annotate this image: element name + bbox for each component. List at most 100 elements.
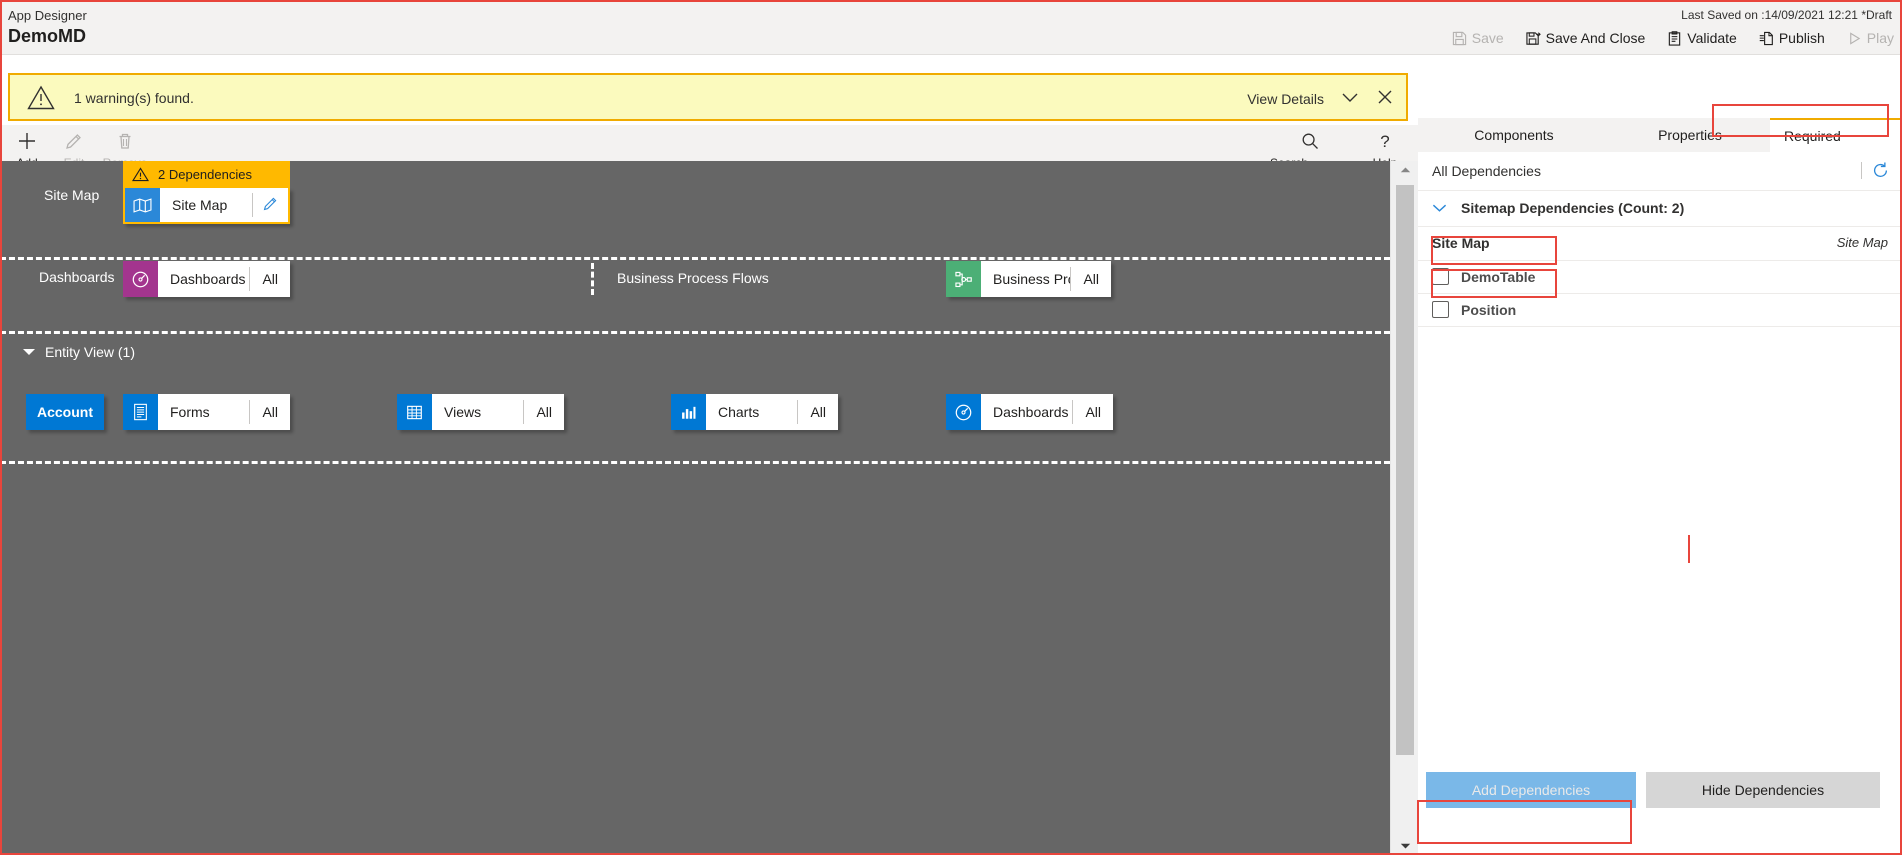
panel-footer: Add Dependencies Hide Dependencies bbox=[1418, 766, 1902, 814]
tab-components-label: Components bbox=[1474, 127, 1554, 143]
entity-account-pill[interactable]: Account bbox=[26, 394, 104, 430]
canvas-divider bbox=[0, 461, 1390, 464]
sitemap-dependency-count-label: 2 Dependencies bbox=[158, 166, 252, 182]
app-canvas[interactable]: Site Map 2 Dependencies Site Map Dashboa… bbox=[0, 161, 1390, 855]
warning-triangle-icon bbox=[123, 166, 158, 182]
pencil-icon bbox=[64, 129, 84, 153]
scroll-down-arrow-icon[interactable] bbox=[1391, 837, 1419, 855]
save-button[interactable]: Save bbox=[1450, 28, 1506, 48]
sitemap-dependencies-group-label: Sitemap Dependencies (Count: 2) bbox=[1461, 200, 1685, 216]
tab-properties-label: Properties bbox=[1658, 127, 1722, 143]
entity-view-header[interactable]: Entity View (1) bbox=[22, 344, 135, 360]
process-flow-icon bbox=[946, 261, 981, 297]
tab-required[interactable]: Required bbox=[1770, 118, 1902, 152]
entity-views-tile[interactable]: Views All bbox=[397, 394, 564, 430]
dependencies-table-header: Site Map Site Map bbox=[1418, 226, 1902, 261]
sitemap-tile-name: Site Map bbox=[172, 197, 228, 213]
validate-clipboard-icon bbox=[1667, 30, 1682, 46]
chevron-down-icon bbox=[1432, 203, 1447, 213]
tab-components[interactable]: Components bbox=[1418, 118, 1610, 152]
add-dependencies-button[interactable]: Add Dependencies bbox=[1426, 772, 1636, 808]
canvas-divider bbox=[0, 331, 1390, 334]
sitemap-row-label: Site Map bbox=[44, 187, 100, 203]
entity-charts-tile[interactable]: Charts All bbox=[671, 394, 838, 430]
last-saved-status: Last Saved on :14/09/2021 12:21 *Draft bbox=[1681, 8, 1892, 22]
business-process-flows-tile[interactable]: Business Proces... All bbox=[946, 261, 1111, 297]
entity-account-label: Account bbox=[37, 404, 93, 420]
dashboards-tile[interactable]: Dashboards All bbox=[123, 261, 290, 297]
bar-chart-icon bbox=[671, 394, 706, 430]
table-row[interactable]: DemoTable bbox=[1418, 260, 1902, 294]
sitemap-tile[interactable]: Site Map bbox=[123, 188, 290, 224]
sitemap-component-group: 2 Dependencies Site Map bbox=[123, 161, 290, 224]
dashboard-gauge-icon bbox=[123, 261, 158, 297]
refresh-icon[interactable] bbox=[1871, 161, 1890, 183]
all-dependencies-label: All Dependencies bbox=[1432, 163, 1541, 179]
entity-view-header-label: Entity View (1) bbox=[45, 344, 135, 360]
panel-tabs: Components Properties Required bbox=[1418, 118, 1902, 152]
bpf-tile-name: Business Proces... bbox=[993, 271, 1070, 287]
publish-icon bbox=[1759, 31, 1774, 46]
dashboards-tile-count: All bbox=[249, 267, 290, 291]
sitemap-dependencies-group[interactable]: Sitemap Dependencies (Count: 2) bbox=[1418, 190, 1902, 227]
validate-button[interactable]: Validate bbox=[1665, 28, 1739, 48]
form-icon bbox=[123, 394, 158, 430]
warning-banner: 1 warning(s) found. View Details bbox=[8, 73, 1408, 121]
plus-icon bbox=[17, 129, 37, 153]
sitemap-map-icon bbox=[125, 188, 160, 222]
toolbar-divider bbox=[1861, 162, 1862, 179]
app-header: App Designer DemoMD Last Saved on :14/09… bbox=[0, 0, 1902, 55]
bpf-tile-count: All bbox=[1070, 267, 1111, 291]
entity-dashboards-count: All bbox=[1072, 400, 1113, 424]
all-dependencies-row: All Dependencies bbox=[1418, 152, 1902, 191]
bpf-row-label: Business Process Flows bbox=[617, 270, 769, 286]
save-label: Save bbox=[1471, 30, 1504, 46]
save-and-close-label: Save And Close bbox=[1545, 30, 1646, 46]
close-icon[interactable] bbox=[1376, 88, 1394, 109]
publish-button[interactable]: Publish bbox=[1757, 28, 1827, 48]
entity-views-count: All bbox=[523, 400, 564, 424]
bpf-vertical-divider bbox=[591, 263, 594, 295]
play-label: Play bbox=[1866, 30, 1894, 46]
tab-required-label: Required bbox=[1784, 128, 1841, 144]
entity-forms-count: All bbox=[249, 400, 290, 424]
entity-forms-tile[interactable]: Forms All bbox=[123, 394, 290, 430]
entity-views-name: Views bbox=[444, 404, 482, 420]
dashboards-tile-name: Dashboards bbox=[170, 271, 246, 287]
tab-properties[interactable]: Properties bbox=[1610, 118, 1770, 152]
view-details-link[interactable]: View Details bbox=[1247, 91, 1324, 107]
scroll-up-arrow-icon[interactable] bbox=[1391, 161, 1419, 179]
canvas-scrollbar-thumb[interactable] bbox=[1396, 185, 1414, 755]
play-icon bbox=[1847, 31, 1862, 46]
pencil-icon bbox=[262, 195, 279, 215]
save-and-close-icon bbox=[1526, 31, 1541, 46]
hide-dependencies-button[interactable]: Hide Dependencies bbox=[1646, 772, 1880, 808]
play-button[interactable]: Play bbox=[1845, 28, 1896, 48]
svg-text:?: ? bbox=[1380, 132, 1389, 151]
dashboard-gauge-icon bbox=[946, 394, 981, 430]
canvas-scrollbar[interactable] bbox=[1390, 161, 1419, 855]
page-title: DemoMD bbox=[8, 26, 87, 46]
warning-actions: View Details bbox=[1247, 88, 1394, 109]
search-icon bbox=[1300, 129, 1320, 153]
sitemap-dependency-banner[interactable]: 2 Dependencies bbox=[123, 161, 290, 188]
dashboards-row-label: Dashboards bbox=[39, 269, 115, 285]
save-icon bbox=[1452, 31, 1467, 46]
chevron-down-icon[interactable] bbox=[1340, 90, 1360, 107]
entity-dashboards-name: Dashboards bbox=[993, 404, 1069, 420]
entity-forms-name: Forms bbox=[170, 404, 210, 420]
warning-triangle-icon bbox=[27, 85, 55, 113]
trash-icon bbox=[115, 129, 135, 153]
row-label-demotable: DemoTable bbox=[1461, 268, 1536, 285]
entity-charts-count: All bbox=[797, 400, 838, 424]
warning-message: 1 warning(s) found. bbox=[74, 90, 194, 106]
sitemap-edit-button[interactable] bbox=[252, 193, 288, 217]
entity-dashboards-tile[interactable]: Dashboards All bbox=[946, 394, 1113, 430]
app-designer-label: App Designer bbox=[8, 8, 87, 23]
collapse-triangle-icon bbox=[22, 344, 36, 360]
save-and-close-button[interactable]: Save And Close bbox=[1524, 28, 1648, 48]
row-checkbox-position[interactable] bbox=[1432, 301, 1449, 318]
table-row[interactable]: Position bbox=[1418, 293, 1902, 327]
canvas-divider bbox=[0, 257, 1390, 260]
row-checkbox-demotable[interactable] bbox=[1432, 268, 1449, 285]
